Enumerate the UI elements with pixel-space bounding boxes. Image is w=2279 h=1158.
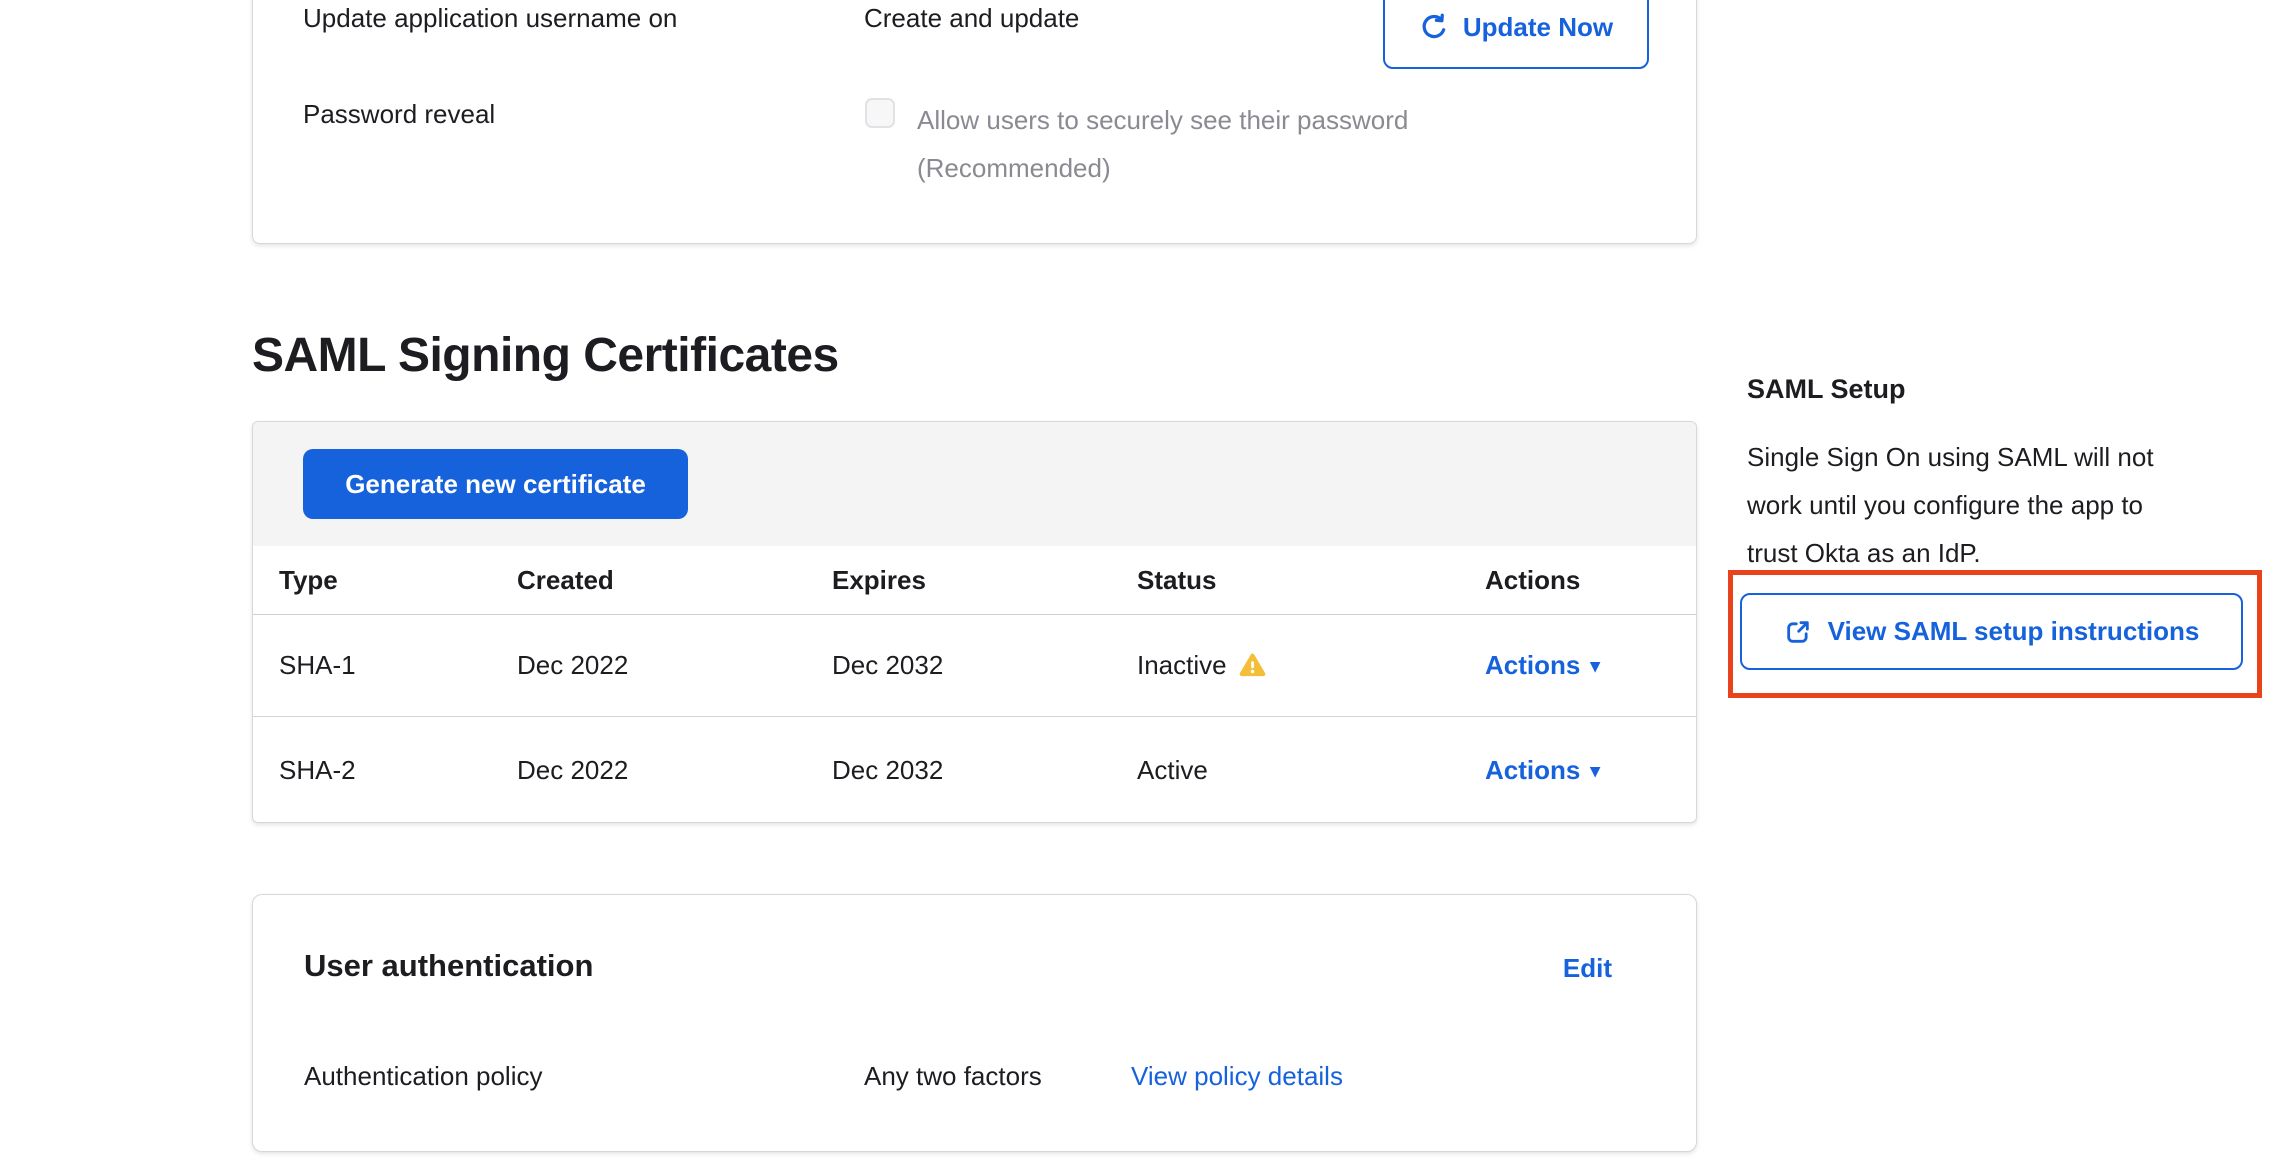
- cert-table-row-sha1: SHA-1 Dec 2022 Dec 2032 Inactive Actions…: [253, 615, 1696, 717]
- header-status: Status: [1111, 565, 1459, 596]
- generate-certificate-button[interactable]: Generate new certificate: [303, 449, 688, 519]
- cell-expires: Dec 2032: [806, 755, 1111, 786]
- cert-table-row-sha2: SHA-2 Dec 2022 Dec 2032 Active Actions ▾: [253, 717, 1696, 823]
- description-line: work until you configure the app to: [1747, 481, 2227, 529]
- cell-created: Dec 2022: [491, 650, 806, 681]
- status-text: Inactive: [1137, 650, 1227, 681]
- cell-status: Inactive: [1111, 650, 1459, 681]
- cell-actions: Actions ▾: [1459, 650, 1697, 681]
- actions-label: Actions: [1485, 755, 1580, 786]
- description-line: trust Okta as an IdP.: [1747, 529, 2227, 577]
- external-link-icon: [1784, 618, 1812, 646]
- certificates-toolbar: Generate new certificate: [253, 422, 1696, 546]
- update-now-label: Update Now: [1463, 12, 1613, 43]
- cell-created: Dec 2022: [491, 755, 806, 786]
- cell-actions: Actions ▾: [1459, 755, 1697, 786]
- header-type: Type: [253, 565, 491, 596]
- username-update-label: Update application username on: [303, 1, 677, 35]
- actions-menu-link[interactable]: Actions ▾: [1485, 650, 1600, 681]
- password-reveal-description: Allow users to securely see their passwo…: [917, 96, 1497, 192]
- view-saml-instructions-button[interactable]: View SAML setup instructions: [1740, 593, 2243, 670]
- okta-admin-page: Update application username on Create an…: [0, 0, 2279, 1158]
- certificates-panel: Generate new certificate Type Created Ex…: [252, 421, 1697, 823]
- cell-status: Active: [1111, 755, 1459, 786]
- saml-setup-heading: SAML Setup: [1747, 372, 1906, 406]
- actions-menu-link[interactable]: Actions ▾: [1485, 755, 1600, 786]
- header-created: Created: [491, 565, 806, 596]
- edit-link[interactable]: Edit: [1563, 952, 1612, 984]
- auth-policy-value: Any two factors: [864, 1059, 1042, 1093]
- description-line: Single Sign On using SAML will not: [1747, 433, 2227, 481]
- password-reveal-checkbox[interactable]: [865, 98, 895, 128]
- cert-table-header: Type Created Expires Status Actions: [253, 546, 1696, 615]
- sign-on-settings-panel: Update application username on Create an…: [252, 0, 1697, 244]
- update-now-button[interactable]: Update Now: [1383, 0, 1649, 69]
- refresh-icon: [1419, 12, 1449, 42]
- chevron-down-icon: ▾: [1590, 762, 1600, 781]
- cell-type: SHA-1: [253, 650, 491, 681]
- header-actions: Actions: [1459, 565, 1697, 596]
- warning-icon: [1239, 653, 1266, 678]
- username-update-value: Create and update: [864, 1, 1079, 35]
- saml-setup-description: Single Sign On using SAML will not work …: [1747, 433, 2227, 577]
- page-title: SAML Signing Certificates: [252, 326, 839, 386]
- cell-type: SHA-2: [253, 755, 491, 786]
- password-reveal-label: Password reveal: [303, 97, 495, 131]
- status-text: Active: [1137, 755, 1208, 786]
- auth-policy-label: Authentication policy: [304, 1059, 542, 1093]
- header-expires: Expires: [806, 565, 1111, 596]
- chevron-down-icon: ▾: [1590, 657, 1600, 676]
- actions-label: Actions: [1485, 650, 1580, 681]
- user-authentication-heading: User authentication: [304, 947, 593, 985]
- cell-expires: Dec 2032: [806, 650, 1111, 681]
- view-saml-instructions-label: View SAML setup instructions: [1828, 616, 2200, 647]
- user-authentication-panel: User authentication Edit Authentication …: [252, 894, 1697, 1152]
- view-policy-details-link[interactable]: View policy details: [1131, 1059, 1343, 1093]
